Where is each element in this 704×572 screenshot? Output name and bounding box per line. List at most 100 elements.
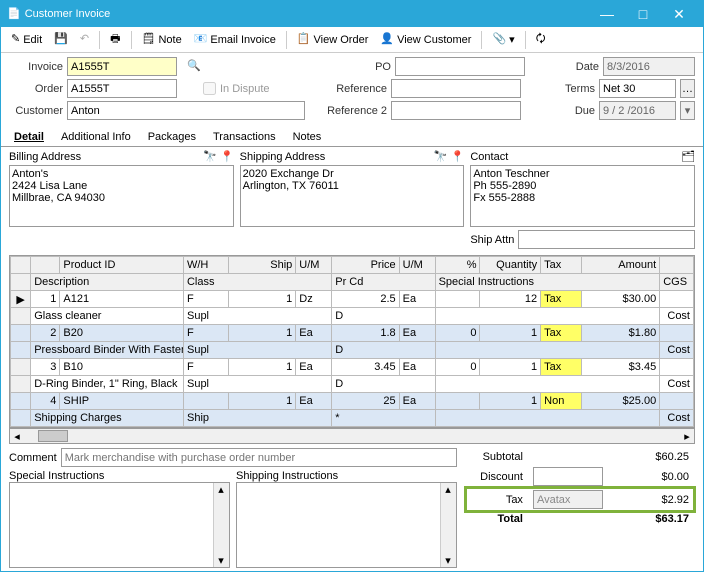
due-label: Due bbox=[559, 105, 595, 117]
shipping-address-label: Shipping Address bbox=[240, 151, 326, 163]
comment-field[interactable] bbox=[61, 448, 457, 467]
title-bar: 📄 Customer Invoice — □ ✕ bbox=[1, 1, 703, 27]
tab-transactions[interactable]: Transactions bbox=[206, 127, 283, 146]
grid-desc-row[interactable]: Pressboard Binder With FastenerSupl DCos… bbox=[11, 342, 694, 359]
subtotal-label: Subtotal bbox=[467, 450, 527, 464]
due-datepicker-button: ▾ bbox=[680, 101, 695, 120]
comment-label: Comment bbox=[9, 452, 57, 464]
scroll-down-button[interactable]: ▾ bbox=[214, 554, 228, 567]
binoculars-icon[interactable]: 🔭 bbox=[434, 152, 448, 163]
reference2-label: Reference 2 bbox=[317, 105, 387, 117]
reference-field[interactable] bbox=[391, 79, 521, 98]
print-icon: 🖶 bbox=[110, 34, 120, 45]
tabs: Detail Additional Info Packages Transact… bbox=[1, 127, 703, 147]
attach-button[interactable]: 📎▾ bbox=[488, 31, 518, 48]
customer-label: Customer bbox=[9, 105, 63, 117]
view-customer-button[interactable]: 👤View Customer bbox=[376, 32, 475, 48]
invoice-field[interactable] bbox=[67, 57, 177, 76]
invoice-label: Invoice bbox=[9, 61, 63, 73]
grid-desc-row[interactable]: Glass cleanerSupl DCost bbox=[11, 308, 694, 325]
date-label: Date bbox=[563, 61, 599, 73]
close-button[interactable]: ✕ bbox=[661, 6, 697, 23]
order-field[interactable] bbox=[67, 79, 177, 98]
edit-label: Edit bbox=[23, 34, 42, 46]
binoculars-icon[interactable]: 🔭 bbox=[203, 152, 217, 163]
discount-input[interactable] bbox=[533, 467, 603, 486]
form-area: Invoice 🔍 PO Date Order In Dispute Refer… bbox=[1, 53, 703, 125]
note-icon: 🗒 bbox=[142, 34, 156, 45]
shipping-address-box[interactable] bbox=[240, 165, 465, 227]
main-toolbar: ✎Edit 💾 ↶ 🖶 🗒Note 📧Email Invoice 📋View O… bbox=[1, 27, 703, 53]
note-label: Note bbox=[158, 34, 181, 46]
grid-row[interactable]: 3B10F 1Ea3.45Ea 01Tax $3.45 bbox=[11, 359, 694, 376]
special-instructions-label: Special Instructions bbox=[9, 470, 230, 482]
pin-icon[interactable]: 📍 bbox=[220, 152, 234, 163]
discount-value: $0.00 bbox=[623, 466, 693, 487]
scroll-down-button[interactable]: ▾ bbox=[441, 554, 455, 567]
view-customer-label: View Customer bbox=[397, 34, 471, 46]
refresh-button[interactable]: 🗘 bbox=[532, 32, 550, 47]
reference2-field[interactable] bbox=[391, 101, 521, 120]
grid-desc-row[interactable]: Shipping ChargesShip *Cost bbox=[11, 410, 694, 427]
save-icon: 💾 bbox=[54, 34, 68, 45]
tab-detail[interactable]: Detail bbox=[7, 127, 51, 146]
total-value: $63.17 bbox=[623, 512, 693, 526]
tab-packages[interactable]: Packages bbox=[141, 127, 203, 146]
pencil-icon: ✎ bbox=[11, 34, 20, 45]
view-order-button[interactable]: 📋View Order bbox=[293, 32, 373, 48]
contact-box[interactable] bbox=[470, 165, 695, 227]
tax-type-field bbox=[533, 490, 603, 509]
tab-additional-info[interactable]: Additional Info bbox=[54, 127, 138, 146]
email-invoice-button[interactable]: 📧Email Invoice bbox=[190, 32, 280, 48]
subtotal-value: $60.25 bbox=[623, 450, 693, 464]
edit-button[interactable]: ✎Edit bbox=[7, 32, 46, 48]
email-label: Email Invoice bbox=[210, 34, 275, 46]
grid-desc-row[interactable]: D-Ring Binder, 1" Ring, BlackSupl DCost bbox=[11, 376, 694, 393]
terms-field[interactable] bbox=[599, 79, 676, 98]
tab-notes[interactable]: Notes bbox=[286, 127, 329, 146]
po-label: PO bbox=[321, 61, 391, 73]
reference-label: Reference bbox=[317, 83, 387, 95]
grid-row[interactable]: 2B20F 1Ea1.8Ea 01Tax $1.80 bbox=[11, 325, 694, 342]
ship-attn-field[interactable] bbox=[518, 230, 695, 249]
dropdown-icon: ▾ bbox=[509, 33, 515, 46]
contact-label: Contact bbox=[470, 151, 508, 163]
in-dispute-checkbox bbox=[203, 82, 216, 95]
special-instructions-box[interactable] bbox=[10, 483, 213, 567]
line-items-grid[interactable]: Product ID W/H Ship U/M Price U/M % Quan… bbox=[9, 255, 695, 428]
order-label: Order bbox=[9, 83, 63, 95]
customer-icon: 👤 bbox=[380, 34, 394, 45]
date-field bbox=[603, 57, 695, 76]
ship-attn-label: Ship Attn bbox=[470, 234, 514, 246]
scroll-left-button[interactable]: ◂ bbox=[10, 430, 24, 443]
grid-row[interactable]: ▶1A121F 1Dz2.5Ea 12Tax $30.00 bbox=[11, 291, 694, 308]
in-dispute-label: In Dispute bbox=[220, 83, 270, 95]
terms-label: Terms bbox=[559, 83, 595, 95]
scroll-up-button[interactable]: ▴ bbox=[214, 483, 228, 496]
print-button[interactable]: 🖶 bbox=[106, 32, 124, 47]
customer-field[interactable] bbox=[67, 101, 305, 120]
maximize-button[interactable]: □ bbox=[625, 6, 661, 22]
undo-icon: ↶ bbox=[80, 34, 89, 45]
pin-icon[interactable]: 📍 bbox=[451, 152, 465, 163]
grid-horizontal-scrollbar[interactable]: ◂ ▸ bbox=[9, 428, 695, 444]
scroll-up-button[interactable]: ▴ bbox=[441, 483, 455, 496]
note-button[interactable]: 🗒Note bbox=[138, 32, 186, 48]
save-button[interactable]: 💾 bbox=[50, 32, 72, 47]
scroll-thumb[interactable] bbox=[38, 430, 68, 442]
po-field[interactable] bbox=[395, 57, 525, 76]
contact-card-icon[interactable]: 🗂 bbox=[681, 152, 695, 163]
discount-label: Discount bbox=[467, 466, 527, 487]
minimize-button[interactable]: — bbox=[589, 6, 625, 22]
order-icon: 📋 bbox=[297, 34, 311, 45]
search-icon[interactable]: 🔍 bbox=[187, 61, 201, 72]
terms-lookup-button[interactable]: … bbox=[680, 79, 695, 98]
shipping-instructions-label: Shipping Instructions bbox=[236, 470, 457, 482]
billing-address-box[interactable] bbox=[9, 165, 234, 227]
scroll-right-button[interactable]: ▸ bbox=[680, 430, 694, 443]
totals-table: Subtotal$60.25 Discount$0.00 Tax$2.92 To… bbox=[465, 448, 695, 528]
grid-row[interactable]: 4SHIP 1Ea25Ea 1Non $25.00 bbox=[11, 393, 694, 410]
tax-value: $2.92 bbox=[623, 489, 693, 510]
shipping-instructions-box[interactable] bbox=[237, 483, 440, 567]
undo-button[interactable]: ↶ bbox=[76, 32, 93, 47]
